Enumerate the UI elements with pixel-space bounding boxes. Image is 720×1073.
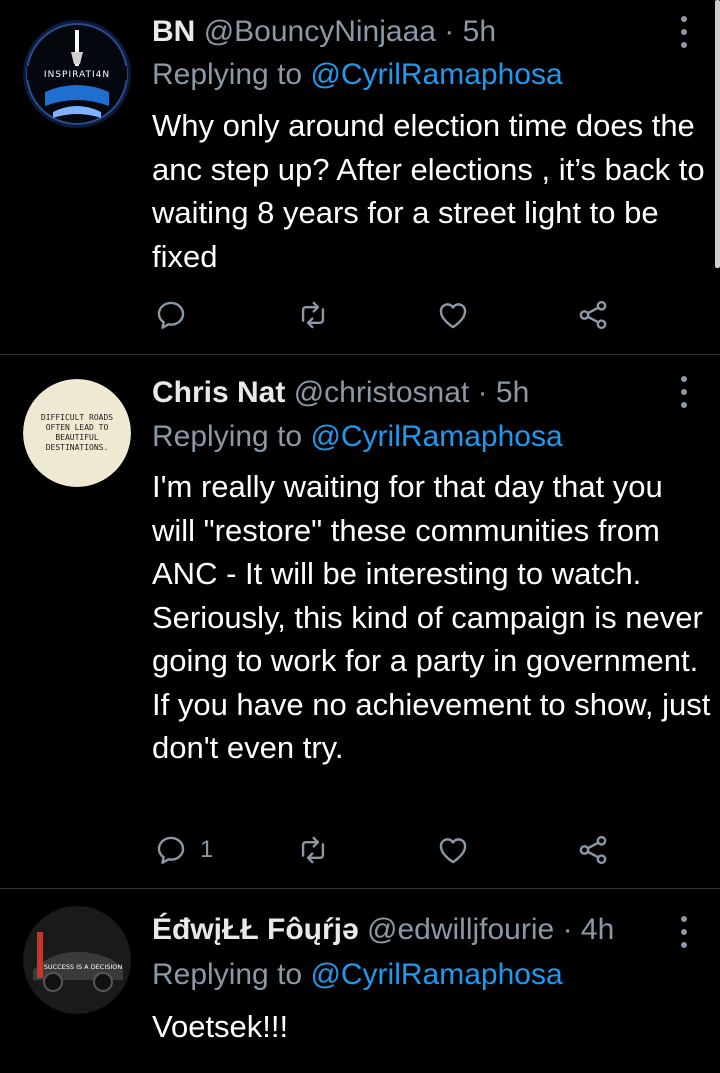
mention-link[interactable]: @CyrilRamaphosa xyxy=(310,58,562,91)
tweet-text: Why only around election time does the a… xyxy=(152,108,705,274)
tweet-header: Chris Nat @christosnat · 5h xyxy=(152,375,660,411)
like-button[interactable] xyxy=(436,830,470,870)
timestamp[interactable]: 5h xyxy=(496,376,529,409)
tweet-3[interactable]: SUCCESS IS A DECISION ÉđwįŁŁ Fôųŕjə @edw… xyxy=(0,888,720,1073)
reply-icon xyxy=(157,836,185,864)
tweet-2[interactable]: DIFFICULT ROADS OFTEN LEAD TO BEAUTIFUL … xyxy=(0,354,720,888)
replying-prefix: Replying to xyxy=(152,958,303,991)
share-icon xyxy=(579,835,607,865)
share-icon xyxy=(579,300,607,330)
tweet-1[interactable]: INSPIRATI4N BN @BouncyNinjaaa · 5h Reply… xyxy=(0,0,720,354)
user-handle[interactable]: @edwilljfourie xyxy=(367,913,554,946)
reply-count: 1 xyxy=(200,836,214,863)
retweet-icon xyxy=(301,836,325,864)
replying-to: Replying to @CyrilRamaphosa xyxy=(152,57,563,93)
retweet-button[interactable] xyxy=(296,295,330,335)
svg-text:SUCCESS IS A DECISION: SUCCESS IS A DECISION xyxy=(44,963,123,971)
avatar-car-image: SUCCESS IS A DECISION xyxy=(23,906,131,1014)
more-vertical-icon[interactable] xyxy=(678,916,690,948)
tweet-text: I'm really waiting for that day that you… xyxy=(152,469,711,765)
mention-link[interactable]: @CyrilRamaphosa xyxy=(310,420,562,453)
mention-link[interactable]: @CyrilRamaphosa xyxy=(310,958,562,991)
display-name[interactable]: BN xyxy=(152,15,195,48)
separator-dot: · xyxy=(562,913,573,946)
share-button[interactable] xyxy=(576,830,610,870)
avatar-quote-image: DIFFICULT ROADS OFTEN LEAD TO BEAUTIFUL … xyxy=(23,379,131,487)
replying-to: Replying to @CyrilRamaphosa xyxy=(152,419,563,455)
display-name[interactable]: Chris Nat xyxy=(152,376,285,409)
retweet-button[interactable] xyxy=(296,830,330,870)
reply-button[interactable] xyxy=(154,295,200,335)
user-handle[interactable]: @christosnat xyxy=(294,376,470,409)
retweet-icon xyxy=(301,301,325,329)
user-handle[interactable]: @BouncyNinjaaa xyxy=(204,15,436,48)
more-vertical-icon[interactable] xyxy=(678,16,690,48)
reply-button[interactable]: 1 xyxy=(154,830,213,870)
replying-prefix: Replying to xyxy=(152,420,303,453)
timestamp[interactable]: 4h xyxy=(581,913,614,946)
tweet-header: ÉđwįŁŁ Fôųŕjə @edwilljfourie · 4h xyxy=(152,912,660,948)
replying-to: Replying to @CyrilRamaphosa xyxy=(152,957,563,993)
more-vertical-icon[interactable] xyxy=(678,376,690,408)
timestamp[interactable]: 5h xyxy=(463,15,496,48)
display-name[interactable]: ÉđwįŁŁ Fôųŕjə xyxy=(152,913,359,946)
separator-dot: · xyxy=(477,376,488,409)
tweet-header: BN @BouncyNinjaaa · 5h xyxy=(152,14,660,50)
avatar[interactable]: INSPIRATI4N xyxy=(23,20,131,128)
reply-icon xyxy=(157,301,185,329)
heart-icon xyxy=(439,303,467,329)
svg-text:INSPIRATI4N: INSPIRATI4N xyxy=(44,70,110,80)
separator-dot: · xyxy=(444,15,455,48)
tweet-actions xyxy=(152,295,632,335)
replying-prefix: Replying to xyxy=(152,58,303,91)
scroll-indicator[interactable] xyxy=(715,0,720,268)
share-button[interactable] xyxy=(576,295,610,335)
tweet-actions: 1 xyxy=(152,830,632,870)
heart-icon xyxy=(439,838,467,864)
avatar[interactable]: DIFFICULT ROADS OFTEN LEAD TO BEAUTIFUL … xyxy=(23,379,131,487)
tweet-text: Voetsek!!! xyxy=(152,1009,289,1044)
avatar[interactable]: SUCCESS IS A DECISION xyxy=(23,906,131,1014)
avatar-inspiration-image: INSPIRATI4N xyxy=(23,20,131,128)
like-button[interactable] xyxy=(436,295,470,335)
